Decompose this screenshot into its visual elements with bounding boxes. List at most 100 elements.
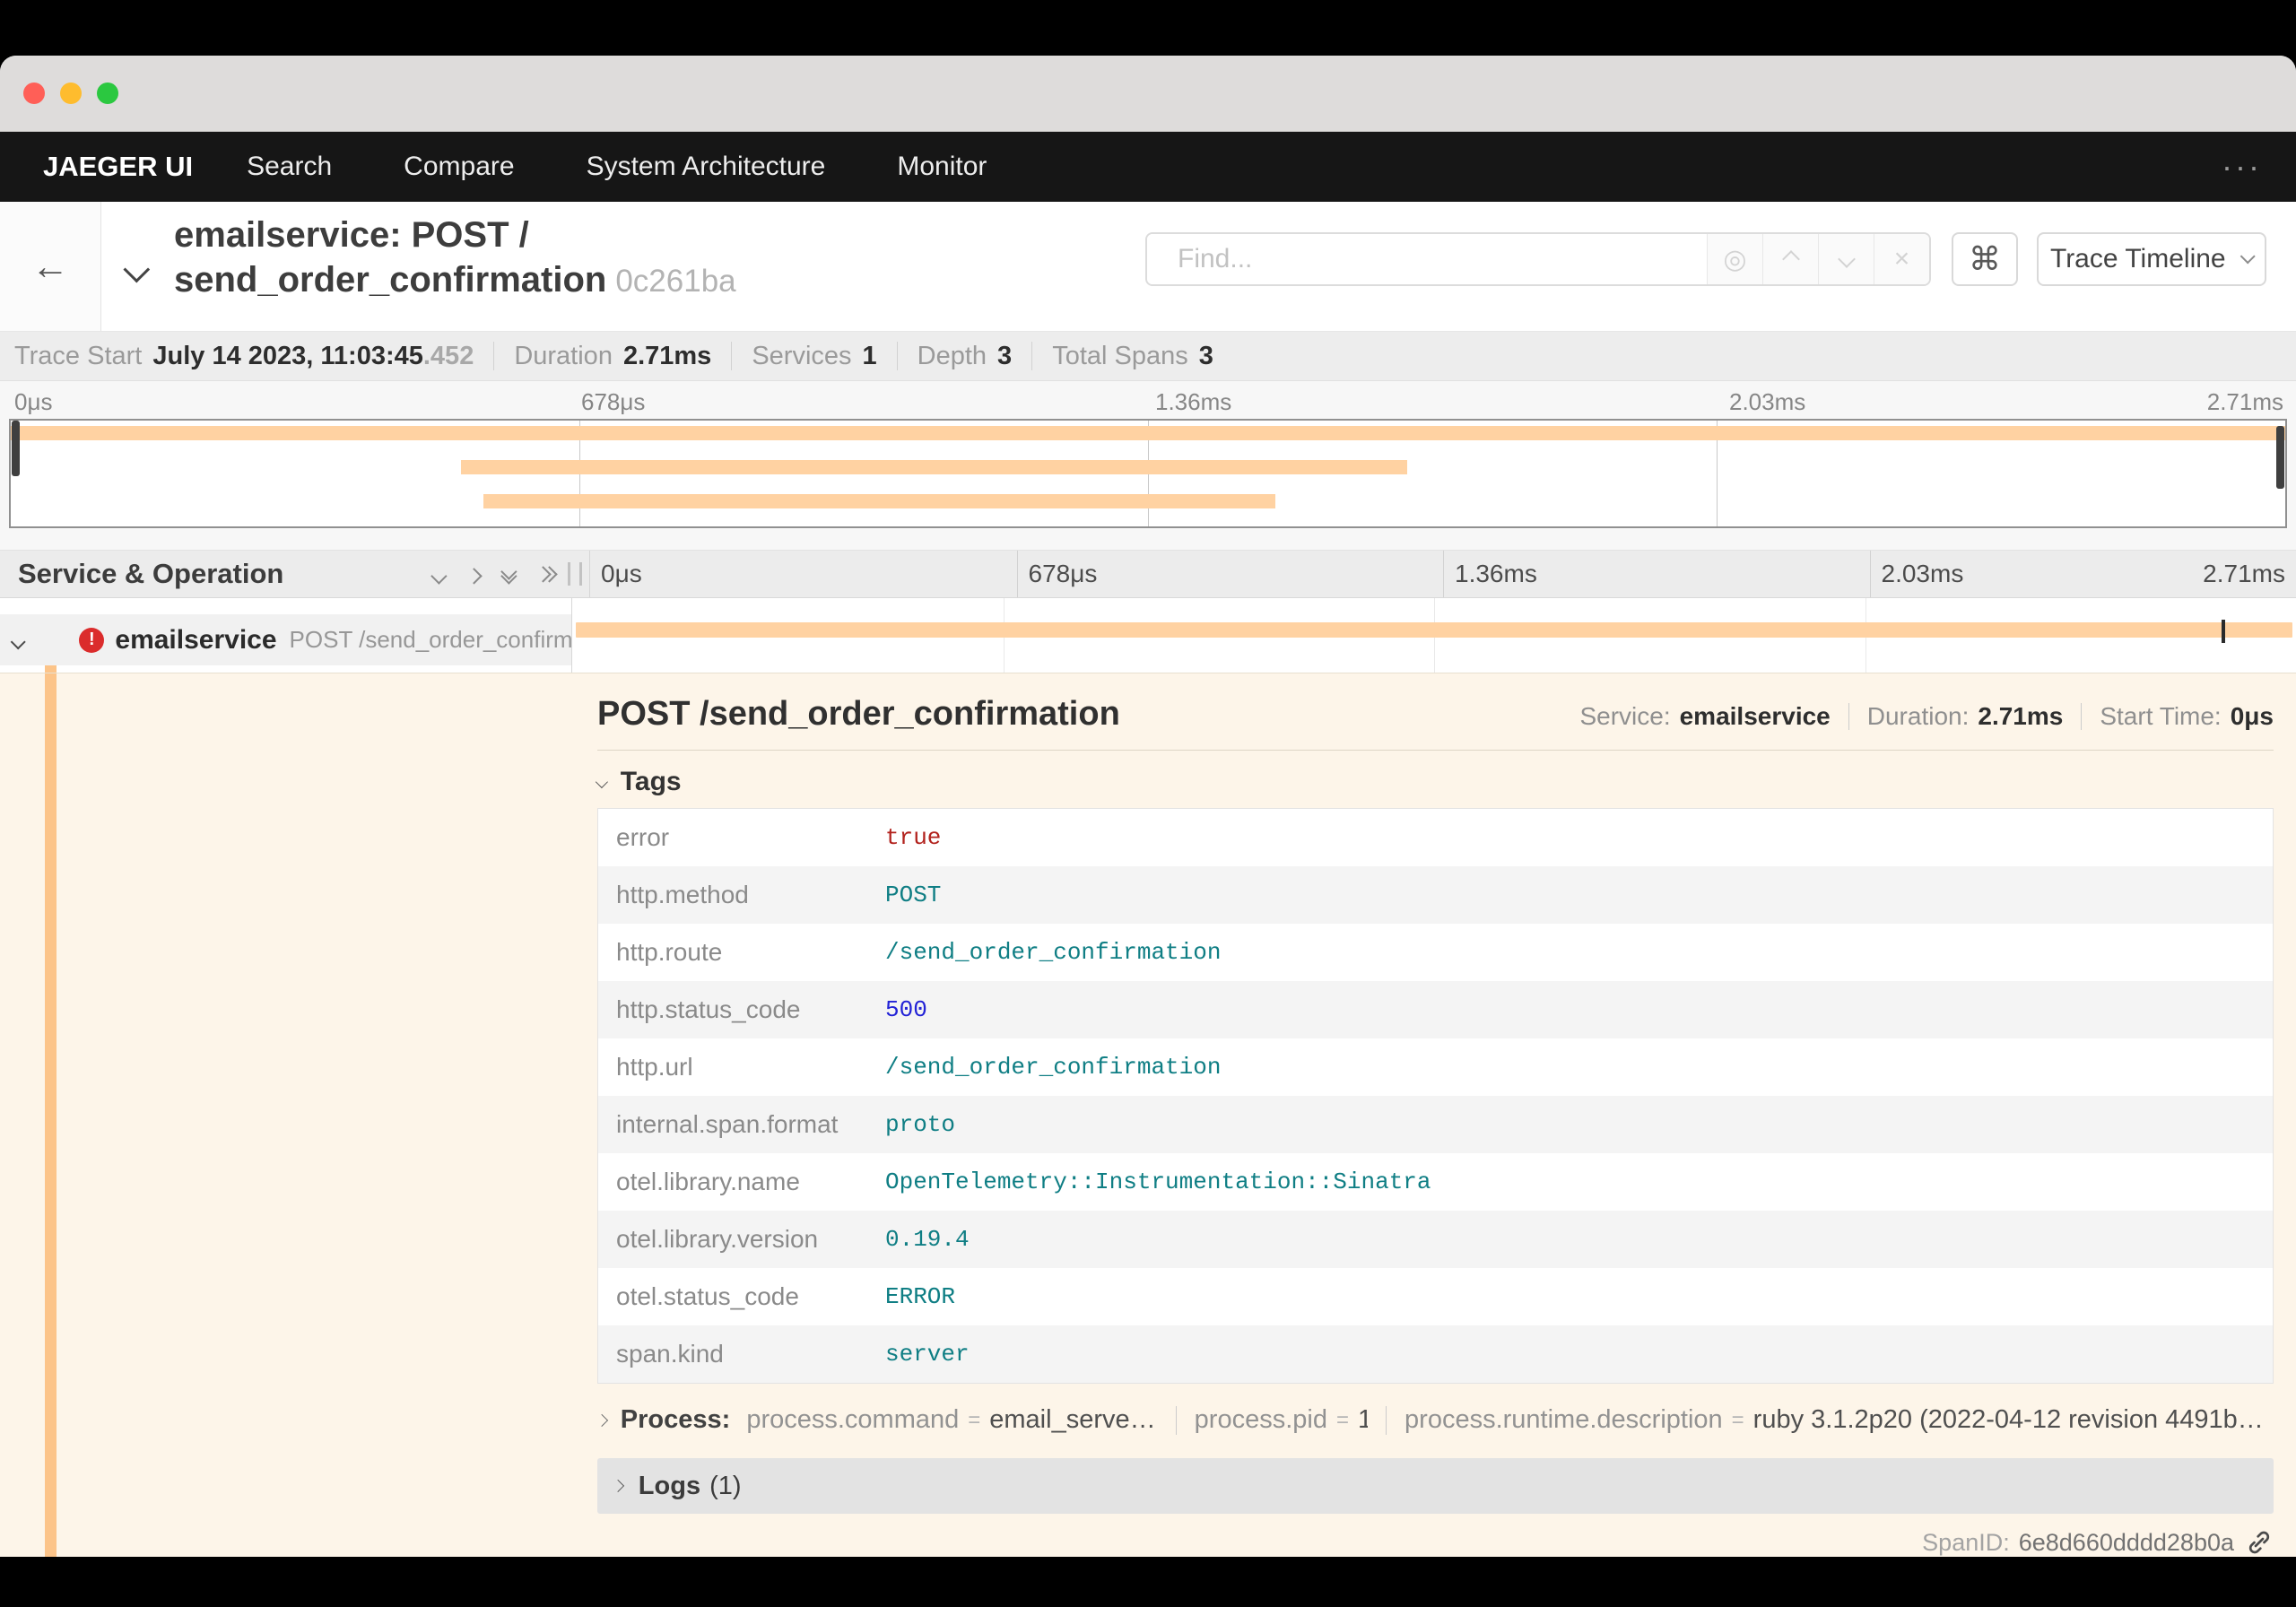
tags-section-title: Tags: [620, 767, 682, 796]
span-service-name: emailservice: [115, 624, 277, 655]
span-id-footer: SpanID: 6e8d660dddd28b0a: [597, 1528, 2274, 1557]
tags-section-toggle[interactable]: Tags: [595, 767, 2274, 797]
logs-label: Logs: [638, 1471, 701, 1500]
tag-row: http.route /send_order_confirmation: [616, 938, 1222, 966]
nav-item-monitor[interactable]: Monitor: [897, 152, 987, 182]
chevron-right-icon: [611, 1480, 624, 1492]
trace-title-operation: send_order_confirmation: [174, 260, 607, 300]
nav-item-search[interactable]: Search: [247, 152, 332, 182]
process-command: process.command = email_server.rb: [746, 1405, 1194, 1435]
span-operation-name: POST /send_order_confirmation: [289, 626, 571, 653]
column-resizer[interactable]: [568, 562, 582, 586]
expand-one-button[interactable]: [465, 560, 483, 588]
collapse-one-button[interactable]: [430, 560, 448, 588]
trace-collapse-toggle[interactable]: [123, 244, 150, 289]
meta-duration: Duration: 2.71ms: [1867, 702, 2100, 731]
process-section-toggle[interactable]: Process: process.command = email_server.…: [597, 1405, 2274, 1435]
process-label: Process:: [620, 1405, 731, 1434]
find-input[interactable]: [1147, 234, 1707, 284]
minimap-tick: 0μs: [14, 388, 53, 415]
minimap-tick: 1.36ms: [1155, 388, 1232, 415]
trace-view-dropdown[interactable]: Trace Timeline: [2037, 232, 2266, 286]
minimap-scrubber-left[interactable]: [12, 421, 20, 476]
jaeger-logo[interactable]: JAEGER UI: [43, 151, 193, 183]
summary-services: Services 1: [752, 342, 917, 371]
span-id-value: 6e8d660dddd28b0a: [2018, 1528, 2234, 1556]
tag-row: http.url /send_order_confirmation: [616, 1053, 1222, 1081]
minimap-span-bar: [11, 426, 2285, 440]
span-name-column: ! emailservice POST /send_order_confirma…: [0, 598, 572, 680]
span-detail-title: POST /send_order_confirmation: [597, 695, 1120, 733]
minimap-tick-labels: 0μs 678μs 1.36ms 2.03ms 2.71ms: [0, 381, 2296, 417]
trace-title-service: emailservice: POST /: [174, 215, 529, 255]
app-window: JAEGER UI Search Compare System Architec…: [0, 56, 2296, 1557]
span-collapse-toggle[interactable]: [10, 626, 26, 654]
back-arrow-icon: ←: [31, 245, 69, 287]
logs-count: (1): [709, 1471, 742, 1500]
trace-page-header: ← emailservice: POST / send_order_confir…: [0, 202, 2296, 332]
span-detail-meta: Service: emailservice Duration: 2.71ms S…: [1579, 702, 2274, 731]
maximize-window-button[interactable]: [97, 83, 118, 104]
service-operation-header: Service & Operation: [18, 558, 284, 589]
chevron-down-icon: [10, 634, 26, 650]
back-button[interactable]: ←: [0, 202, 101, 331]
summary-total-spans: Total Spans 3: [1052, 341, 1213, 370]
span-detail-header[interactable]: POST /send_order_confirmation Service: e…: [597, 673, 2274, 751]
nav-item-system-architecture[interactable]: System Architecture: [587, 152, 826, 182]
chevron-down-icon: [1837, 250, 1856, 268]
timeline-tick: 2.71ms: [2203, 560, 2285, 587]
tag-row: http.status_code 500: [598, 981, 2273, 1038]
tag-row: otel.library.version 0.19.4: [598, 1211, 2273, 1268]
logs-section-toggle[interactable]: Logs (1): [597, 1458, 2274, 1514]
timeline-header-left: Service & Operation: [0, 551, 590, 597]
tags-table: error true http.method POST http.route /…: [597, 808, 2274, 1384]
error-icon: !: [79, 627, 105, 653]
keyboard-shortcuts-button[interactable]: ⌘: [1952, 232, 2018, 286]
span-log-marker[interactable]: [2222, 620, 2226, 643]
expand-all-button[interactable]: [535, 565, 558, 583]
minimap-span-bar: [483, 494, 1275, 508]
trace-id-short: 0c261ba: [615, 264, 736, 299]
minimap-canvas[interactable]: [9, 419, 2287, 528]
summary-depth: Depth 3: [918, 342, 1053, 371]
find-next-button[interactable]: [1818, 234, 1874, 284]
trace-title: emailservice: POST / send_order_confirma…: [174, 213, 736, 304]
timeline-tick: 0μs: [601, 560, 642, 587]
timeline-tick-header: 0μs 678μs 1.36ms 2.03ms 2.71ms: [590, 551, 2296, 597]
collapse-all-button[interactable]: [500, 563, 517, 585]
nav-item-compare[interactable]: Compare: [404, 152, 514, 182]
timeline-body: ! emailservice POST /send_order_confirma…: [0, 598, 2296, 680]
minimap-scrubber-right[interactable]: [2276, 426, 2284, 489]
chevron-down-icon: [123, 256, 150, 283]
timeline-tick: 678μs: [1016, 551, 1444, 597]
window-titlebar: [0, 56, 2296, 132]
top-navbar: JAEGER UI Search Compare System Architec…: [0, 132, 2296, 202]
summary-trace-start: Trace Start July 14 2023, 11:03:45.452: [14, 342, 514, 371]
find-prev-button[interactable]: [1762, 234, 1818, 284]
process-pid: process.pid = 1: [1195, 1405, 1405, 1435]
trace-view-dropdown-label: Trace Timeline: [2049, 244, 2226, 274]
chevron-up-icon: [1781, 250, 1800, 268]
span-row-emailservice[interactable]: ! emailservice POST /send_order_confirma…: [0, 614, 571, 665]
tag-row: otel.status_code ERROR: [616, 1282, 956, 1310]
span-duration-bar[interactable]: [575, 622, 2293, 638]
copy-link-icon[interactable]: [2245, 1528, 2274, 1557]
close-window-button[interactable]: [23, 83, 45, 104]
span-id-label: SpanID:: [1922, 1528, 2010, 1556]
locate-icon[interactable]: ◎: [1707, 234, 1762, 284]
span-detail-row: POST /send_order_confirmation Service: e…: [0, 673, 2296, 1557]
meta-start-time: Start Time: 0μs: [2100, 702, 2274, 730]
minimap-tick: 2.03ms: [1729, 388, 1806, 415]
span-bar-column: [572, 598, 2296, 673]
tag-row: http.method POST: [598, 866, 2273, 924]
trace-toolbar: ◎ × ⌘ Trace Timeline: [1145, 232, 2266, 286]
command-icon: ⌘: [1969, 240, 2001, 277]
chevron-right-icon: [465, 568, 483, 585]
minimize-window-button[interactable]: [60, 83, 82, 104]
find-clear-button[interactable]: ×: [1874, 234, 1929, 284]
nav-overflow-icon[interactable]: ···: [2222, 148, 2262, 186]
screen: JAEGER UI Search Compare System Architec…: [0, 0, 2296, 1607]
trace-summary-bar: Trace Start July 14 2023, 11:03:45.452 D…: [0, 332, 2296, 381]
tag-row: error true: [616, 823, 942, 851]
minimap-span-bar: [461, 460, 1408, 474]
